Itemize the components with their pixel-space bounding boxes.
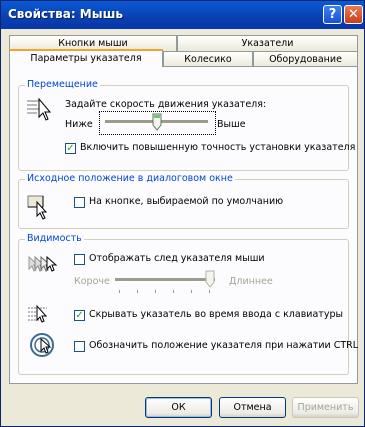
movement-group: Перемещение Задайте скорость движения ук…	[18, 79, 355, 171]
hide-while-typing-label[interactable]: Скрывать указатель во время ввода с клав…	[89, 309, 343, 320]
trails-slider-tick	[119, 290, 120, 293]
trails-slider-tick	[209, 290, 210, 293]
speed-slider[interactable]	[105, 112, 208, 132]
speed-low-label: Ниже	[65, 119, 93, 130]
dialog-window: Свойства: Мышь ? ✕ Кнопки мыши Указатели…	[0, 0, 365, 427]
cancel-button[interactable]: Отмена	[219, 397, 286, 418]
hide-pointer-icon	[28, 304, 48, 323]
visibility-group: Видимость Отображать след указателя мыши…	[18, 233, 358, 375]
tab-pointer-options[interactable]: Параметры указателя	[9, 49, 163, 67]
snap-checkbox[interactable]	[74, 197, 85, 208]
trails-checkbox[interactable]	[74, 254, 85, 265]
speed-label: Задайте скорость движения указателя:	[65, 99, 267, 110]
trails-slider-track	[115, 278, 215, 282]
title-bar[interactable]: Свойства: Мышь ? ✕	[1, 1, 364, 29]
apply-button[interactable]: Применить	[292, 397, 359, 418]
show-location-icon	[30, 333, 54, 357]
trails-short-label: Короче	[74, 276, 110, 287]
snap-to-group: Исходное положение в диалоговом окне На …	[18, 173, 349, 229]
precision-checkbox[interactable]: ✓	[65, 143, 76, 154]
tab-wheel[interactable]: Колесико	[163, 51, 253, 67]
trails-long-label: Длиннее	[229, 276, 273, 287]
close-button[interactable]: ✕	[344, 5, 363, 24]
pointer-trails-icon	[28, 255, 58, 272]
snap-label[interactable]: На кнопке, выбираемой по умолчанию	[89, 196, 283, 207]
trails-label[interactable]: Отображать след указателя мыши	[89, 253, 265, 264]
snap-to-group-label: Исходное положение в диалоговом окне	[25, 173, 235, 184]
ok-button[interactable]: ОК	[145, 397, 212, 418]
ctrl-location-label[interactable]: Обозначить положение указателя при нажат…	[89, 340, 358, 351]
tab-pointers[interactable]: Указатели	[177, 35, 358, 51]
snap-to-icon	[27, 195, 48, 220]
hide-while-typing-checkbox[interactable]: ✓	[74, 310, 85, 321]
window-title: Свойства: Мышь	[8, 7, 123, 21]
trails-length-slider[interactable]	[115, 268, 220, 296]
ctrl-location-checkbox[interactable]	[74, 341, 85, 352]
speed-high-label: Выше	[217, 119, 246, 130]
help-button[interactable]: ?	[323, 5, 342, 24]
precision-label[interactable]: Включить повышенную точность установки у…	[80, 142, 355, 153]
trails-slider-thumb[interactable]	[205, 270, 215, 288]
visibility-group-label: Видимость	[25, 233, 84, 244]
tab-panel: Перемещение Задайте скорость движения ук…	[9, 66, 358, 384]
trails-slider-tick	[155, 290, 156, 293]
trails-slider-tick	[191, 290, 192, 293]
trails-slider-tick	[173, 290, 174, 293]
trails-slider-tick	[137, 290, 138, 293]
pointer-speed-icon	[27, 97, 52, 121]
speed-slider-thumb[interactable]	[152, 113, 162, 131]
movement-group-label: Перемещение	[25, 79, 100, 90]
tab-hardware[interactable]: Оборудование	[253, 51, 358, 67]
